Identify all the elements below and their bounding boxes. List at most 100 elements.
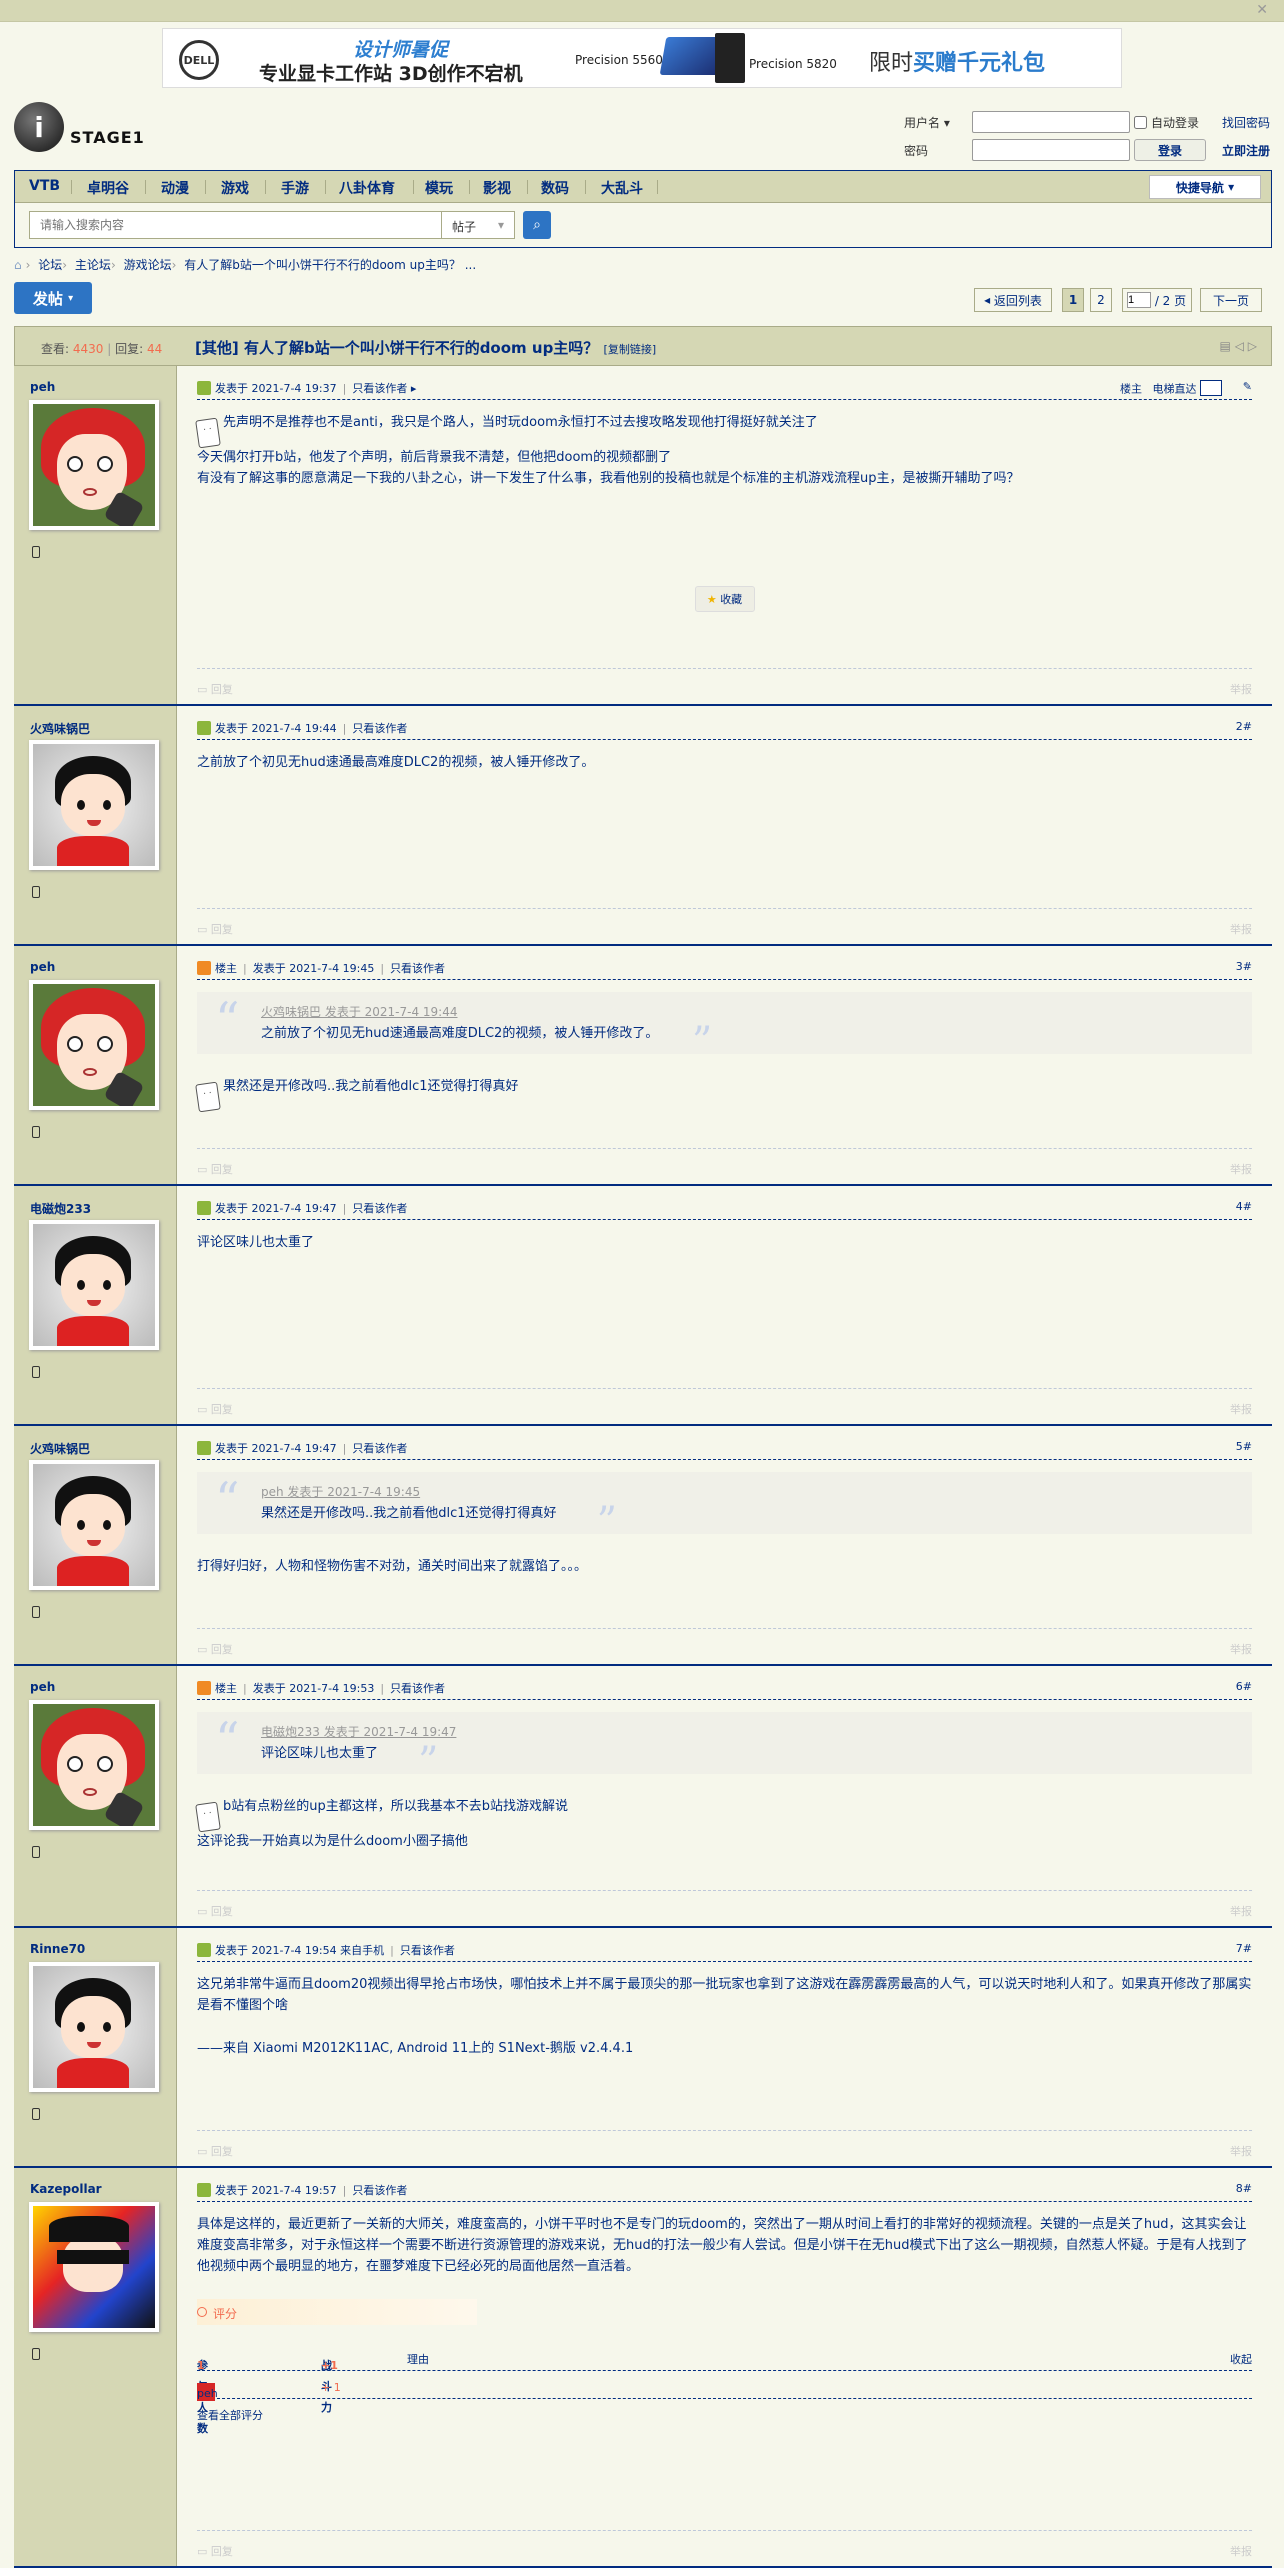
- search-type-select[interactable]: 帖子 ▾: [441, 211, 515, 239]
- nav-gossip-sports[interactable]: 八卦体育: [339, 178, 395, 198]
- prev-thread-icon[interactable]: ◁: [1235, 339, 1244, 353]
- search-button[interactable]: ⌕: [523, 211, 551, 239]
- nav-games[interactable]: 游戏: [221, 178, 249, 198]
- only-author-link[interactable]: 只看该作者: [390, 1682, 445, 1695]
- nav-models[interactable]: 模玩: [425, 178, 453, 198]
- nav-brawl[interactable]: 大乱斗: [601, 178, 643, 198]
- page-jump-input[interactable]: [1127, 292, 1151, 308]
- breadcrumb-thread[interactable]: 有人了解b站一个叫小饼干行不行的doom up主吗？ ...: [184, 258, 476, 272]
- floor-number[interactable]: 6#: [1236, 1680, 1252, 1693]
- only-author-link[interactable]: 只看该作者: [390, 962, 445, 975]
- author-name[interactable]: Rinne70: [30, 1942, 85, 1956]
- avatar[interactable]: [29, 980, 159, 1110]
- favorite-button[interactable]: ★ 收藏: [694, 586, 755, 612]
- floor-number[interactable]: 5#: [1236, 1440, 1252, 1453]
- report-link[interactable]: 举报: [1230, 2143, 1252, 2159]
- avatar[interactable]: [29, 1700, 159, 1830]
- avatar[interactable]: [29, 1460, 159, 1590]
- report-link[interactable]: 举报: [1230, 681, 1252, 697]
- password-input[interactable]: [972, 139, 1130, 161]
- report-link[interactable]: 举报: [1230, 1641, 1252, 1657]
- page-1[interactable]: 1: [1062, 288, 1084, 312]
- quote-header[interactable]: 电磁炮233 发表于 2021-7-4 19:47: [261, 1722, 1232, 1743]
- quote-header[interactable]: peh 发表于 2021-7-4 19:45: [261, 1482, 1232, 1503]
- nav-anime[interactable]: 动漫: [161, 178, 189, 198]
- nav-digital[interactable]: 数码: [541, 178, 569, 198]
- report-link[interactable]: 举报: [1230, 1161, 1252, 1177]
- reply-link[interactable]: ▭ 回复: [197, 681, 233, 697]
- author-name[interactable]: peh: [30, 1680, 55, 1694]
- author-name[interactable]: 火鸡味锅巴: [30, 720, 90, 737]
- avatar[interactable]: [29, 1220, 159, 1350]
- site-logo[interactable]: i: [14, 102, 64, 152]
- breadcrumb-forum[interactable]: 论坛: [38, 258, 62, 272]
- floor-number[interactable]: 4#: [1236, 1200, 1252, 1213]
- copy-link[interactable]: [复制链接]: [604, 343, 657, 356]
- ad-banner[interactable]: DELL 设计师暑促 专业显卡工作站 3D创作不宕机 Precision 556…: [162, 28, 1122, 88]
- quote-header[interactable]: 火鸡味锅巴 发表于 2021-7-4 19:44: [261, 1002, 1232, 1023]
- only-author-link[interactable]: 只看该作者: [352, 382, 407, 395]
- thread-category[interactable]: [其他]: [195, 339, 239, 357]
- next-thread-icon[interactable]: ▷: [1248, 339, 1257, 353]
- floor-number[interactable]: 7#: [1236, 1942, 1252, 1955]
- report-link[interactable]: 举报: [1230, 921, 1252, 937]
- find-password-link[interactable]: 找回密码: [1222, 114, 1270, 131]
- home-icon[interactable]: ⌂: [14, 258, 22, 272]
- search-input[interactable]: [30, 212, 452, 238]
- only-author-link[interactable]: 只看该作者: [352, 2184, 407, 2197]
- report-link[interactable]: 举报: [1230, 1903, 1252, 1919]
- view-all-ratings[interactable]: 查看全部评分: [197, 2405, 263, 2426]
- author-name[interactable]: peh: [30, 960, 55, 974]
- breadcrumb-games[interactable]: 游戏论坛: [124, 258, 172, 272]
- view-all-row: 查看全部评分: [197, 2399, 1252, 2427]
- only-author-link[interactable]: 只看该作者: [352, 1202, 407, 1215]
- reply-link[interactable]: ▭ 回复: [197, 2143, 233, 2159]
- nav-mobile-games[interactable]: 手游: [281, 178, 309, 198]
- collapse-link[interactable]: 收起: [1230, 2349, 1252, 2370]
- author-name[interactable]: 火鸡味锅巴: [30, 1440, 90, 1457]
- author-name[interactable]: peh: [30, 380, 55, 394]
- reply-link[interactable]: ▭ 回复: [197, 921, 233, 937]
- avatar[interactable]: [29, 1962, 159, 2092]
- new-post-button[interactable]: 发帖 ▾: [14, 282, 92, 314]
- breadcrumb-main[interactable]: 主论坛: [75, 258, 111, 272]
- report-link[interactable]: 举报: [1230, 1401, 1252, 1417]
- avatar[interactable]: [29, 400, 159, 530]
- floor-input[interactable]: [1200, 380, 1222, 396]
- avatar[interactable]: [29, 2202, 159, 2332]
- print-icon[interactable]: ▤: [1220, 339, 1231, 353]
- author-name[interactable]: Kazepollar: [30, 2182, 102, 2196]
- star-icon: ★: [706, 592, 717, 606]
- wrench-icon[interactable]: ✎: [1243, 380, 1252, 393]
- reply-link[interactable]: ▭ 回复: [197, 1641, 233, 1657]
- only-author-link[interactable]: 只看该作者: [352, 1442, 407, 1455]
- post: Rinne70 发表于 2021-7-4 19:54 来自手机 | 只看该作者 7# 这兄…: [14, 1928, 1272, 2168]
- chevron-down-icon: ▾: [68, 292, 74, 304]
- rating-title[interactable]: 评分: [197, 2299, 477, 2325]
- next-page-button[interactable]: 下一页: [1200, 288, 1262, 312]
- nav-zhuomingu[interactable]: 卓明谷: [87, 178, 129, 198]
- reply-link[interactable]: ▭ 回复: [197, 1903, 233, 1919]
- author-name[interactable]: 电磁炮233: [30, 1200, 91, 1217]
- login-button[interactable]: 登录: [1134, 139, 1206, 161]
- floor-number[interactable]: 2#: [1236, 720, 1252, 733]
- play-icon[interactable]: ▸: [411, 382, 417, 395]
- quick-nav-button[interactable]: 快捷导航 ▾: [1149, 175, 1261, 199]
- page-2[interactable]: 2: [1090, 288, 1112, 312]
- close-icon[interactable]: ✕: [1256, 2, 1268, 18]
- auto-login-checkbox[interactable]: [1134, 116, 1147, 129]
- register-link[interactable]: 立即注册: [1222, 142, 1270, 159]
- username-input[interactable]: [972, 111, 1130, 133]
- report-link[interactable]: 举报: [1230, 2543, 1252, 2559]
- reply-link[interactable]: ▭ 回复: [197, 1401, 233, 1417]
- nav-movies[interactable]: 影视: [483, 178, 511, 198]
- floor-number[interactable]: 8#: [1236, 2182, 1252, 2195]
- back-to-list-button[interactable]: ◂ 返回列表: [974, 288, 1052, 312]
- avatar[interactable]: [29, 740, 159, 870]
- floor-number[interactable]: 3#: [1236, 960, 1252, 973]
- only-author-link[interactable]: 只看该作者: [400, 1944, 455, 1957]
- nav-vtb[interactable]: VTB: [29, 178, 60, 194]
- reply-link[interactable]: ▭ 回复: [197, 2543, 233, 2559]
- reply-link[interactable]: ▭ 回复: [197, 1161, 233, 1177]
- only-author-link[interactable]: 只看该作者: [352, 722, 407, 735]
